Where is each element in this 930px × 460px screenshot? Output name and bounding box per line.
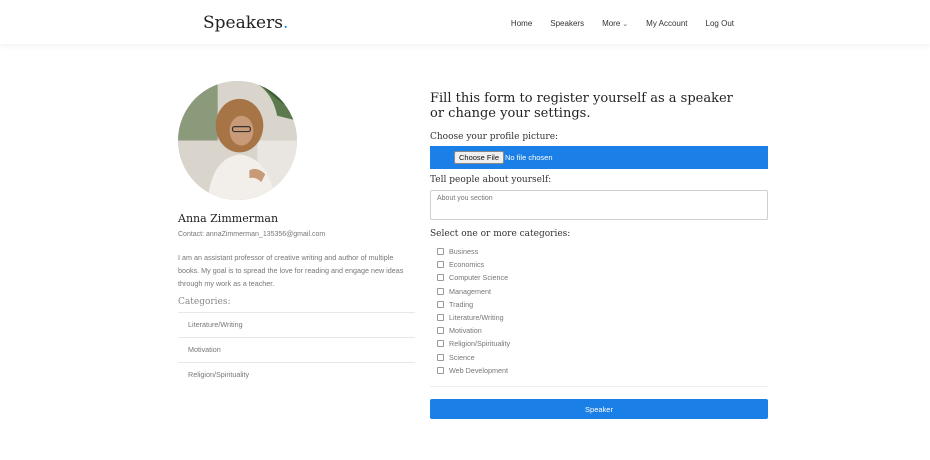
speaker-contact: Contact: annaZimmerman_135356@gmail.com xyxy=(178,231,326,238)
checkbox-icon xyxy=(437,340,444,348)
profile-picture-input[interactable]: Choose File No file chosen xyxy=(430,146,768,169)
about-textarea[interactable] xyxy=(430,190,768,220)
nav-log-out[interactable]: Log Out xyxy=(706,19,734,28)
checkbox-web-development[interactable]: Web Development xyxy=(437,364,510,377)
checkbox-science[interactable]: Science xyxy=(437,351,510,364)
nav-home[interactable]: Home xyxy=(511,19,532,28)
checkbox-label: Trading xyxy=(449,299,474,309)
category-checkbox-list: Business Economics Computer Science Mana… xyxy=(437,245,510,377)
navbar: Speakers. Home Speakers More ⌄ My Account… xyxy=(0,0,930,44)
brand-dot: . xyxy=(282,13,289,33)
checkbox-label: Economics xyxy=(449,260,485,270)
categories-title: Categories: xyxy=(178,297,231,307)
avatar-photo xyxy=(178,81,297,200)
checkbox-trading[interactable]: Trading xyxy=(437,298,510,311)
profile-picture-label: Choose your profile picture: xyxy=(430,132,559,142)
brand-name: Speakers xyxy=(203,13,283,33)
form-title: Fill this form to register yourself as a… xyxy=(430,91,733,121)
category-item: Motivation xyxy=(178,337,415,362)
checkbox-religion-spirituality[interactable]: Religion/Spirituality xyxy=(437,337,510,350)
checkbox-icon xyxy=(437,248,444,256)
checkbox-icon xyxy=(437,314,444,322)
nav-menu: Home Speakers More ⌄ My Account Log Out xyxy=(511,19,734,28)
checkbox-label: Management xyxy=(449,286,491,296)
checkbox-label: Science xyxy=(449,352,475,362)
nav-speakers[interactable]: Speakers xyxy=(550,19,584,28)
category-item: Literature/Writing xyxy=(178,312,415,337)
speaker-name: Anna Zimmerman xyxy=(178,212,279,225)
checkbox-business[interactable]: Business xyxy=(437,245,510,258)
nav-my-account[interactable]: My Account xyxy=(646,19,687,28)
brand-logo[interactable]: Speakers. xyxy=(203,13,288,33)
checkbox-icon xyxy=(437,300,444,308)
checkbox-management[interactable]: Management xyxy=(437,285,510,298)
file-status: No file chosen xyxy=(505,153,553,162)
checkbox-label: Motivation xyxy=(449,326,482,336)
nav-more-label: More xyxy=(602,19,621,28)
checkbox-icon xyxy=(437,287,444,295)
checkbox-label: Computer Science xyxy=(449,273,509,283)
checkbox-motivation[interactable]: Motivation xyxy=(437,324,510,337)
checkbox-icon xyxy=(437,366,444,374)
checkbox-label: Literature/Writing xyxy=(449,313,504,323)
checkbox-icon xyxy=(437,353,444,361)
checkbox-icon xyxy=(437,274,444,282)
speaker-bio: I am an assistant professor of creative … xyxy=(178,253,404,288)
checkbox-label: Religion/Spirituality xyxy=(449,339,511,349)
checkbox-label: Business xyxy=(449,247,479,257)
categories-select-label: Select one or more categories: xyxy=(430,229,571,239)
nav-more[interactable]: More ⌄ xyxy=(602,19,628,28)
avatar xyxy=(178,81,297,200)
category-item: Religion/Spirituality xyxy=(178,362,415,387)
submit-speaker-button[interactable]: Speaker xyxy=(430,399,768,419)
checkbox-icon xyxy=(437,261,444,269)
checkbox-icon xyxy=(437,327,444,335)
checkbox-literature-writing[interactable]: Literature/Writing xyxy=(437,311,510,324)
checkbox-computer-science[interactable]: Computer Science xyxy=(437,271,510,284)
choose-file-button[interactable]: Choose File xyxy=(454,151,505,164)
speaker-categories: Literature/Writing Motivation Religion/S… xyxy=(178,312,415,387)
chevron-down-icon: ⌄ xyxy=(622,21,629,28)
checkbox-economics[interactable]: Economics xyxy=(437,258,510,271)
checkbox-label: Web Development xyxy=(449,365,508,375)
about-label: Tell people about yourself: xyxy=(430,175,552,185)
form-divider xyxy=(430,386,768,387)
